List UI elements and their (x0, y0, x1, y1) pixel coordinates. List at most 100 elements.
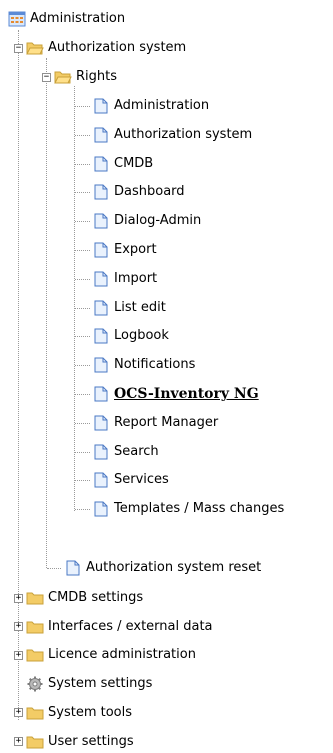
tree-node-label: CMDB settings (48, 590, 144, 605)
rights-item-label: Administration (114, 98, 210, 113)
rights-item-label: List edit (114, 299, 166, 315)
rights-item-label: Dashboard (114, 184, 185, 200)
document-icon (92, 501, 110, 517)
rights-item-label: Report Manager (114, 414, 219, 430)
folder-open-icon (54, 69, 72, 85)
expand-toggle[interactable]: + (14, 622, 23, 632)
rights-item-label: Authorization system (114, 126, 253, 142)
document-icon (92, 242, 110, 258)
folder-closed-icon (26, 619, 44, 635)
tree-node-authorization-reset[interactable]: Authorization system reset (64, 557, 261, 579)
expand-toggle[interactable]: + (14, 650, 23, 660)
tree-guide-line (46, 58, 47, 568)
document-icon (92, 156, 110, 172)
rights-item[interactable]: Report Manager (92, 412, 218, 434)
tree-guide-line (75, 336, 90, 338)
folder-closed-icon (26, 647, 44, 663)
tree-guide-line (75, 163, 90, 165)
tree-node-rights[interactable]: − Rights (42, 66, 117, 88)
rights-item-label: Import (114, 270, 158, 286)
tree-node-top-level[interactable]: + Interfaces / external data (14, 616, 213, 638)
rights-item[interactable]: Dialog-Admin (92, 210, 201, 232)
tree-node-label: Rights (76, 69, 118, 84)
folder-closed-icon (26, 705, 44, 721)
gear-icon (26, 676, 44, 692)
rights-item[interactable]: Notifications (92, 354, 195, 376)
tree-guide-line (75, 422, 90, 424)
document-icon (92, 328, 110, 344)
tree-guide-line (75, 480, 90, 482)
document-icon (64, 560, 82, 576)
document-icon (92, 213, 110, 229)
expand-toggle[interactable]: + (14, 708, 23, 718)
document-icon (92, 415, 110, 431)
tree-guide-line (75, 307, 90, 309)
rights-item-selected[interactable]: OCS-Inventory NG (92, 383, 259, 405)
document-icon (92, 127, 110, 143)
rights-item[interactable]: Logbook (92, 325, 169, 347)
rights-item-label: Logbook (114, 328, 169, 344)
document-icon (92, 386, 110, 402)
tree-node-label: System tools (48, 704, 132, 720)
tree-node-top-level[interactable]: System settings (14, 673, 152, 695)
rights-item[interactable]: Export (92, 239, 157, 261)
folder-closed-icon (26, 590, 44, 606)
tree-node-label: Licence administration (48, 647, 196, 663)
rights-item-label: Templates / Mass changes (114, 501, 285, 517)
expand-toggle[interactable]: + (14, 593, 23, 603)
rights-item[interactable]: Templates / Mass changes (92, 498, 284, 520)
expand-toggle[interactable]: + (14, 737, 23, 746)
document-icon (92, 300, 110, 316)
folder-closed-icon (26, 734, 44, 750)
rights-item-label: Services (114, 472, 169, 488)
document-icon (92, 357, 110, 373)
tree-node-top-level[interactable]: + Licence administration (14, 644, 196, 666)
rights-item[interactable]: Authorization system (92, 124, 252, 146)
document-icon (92, 184, 110, 200)
tree-guide-line (75, 134, 90, 136)
tree-guide-line (75, 192, 90, 194)
document-icon (92, 444, 110, 460)
tree-guide-line (75, 106, 90, 107)
rights-item[interactable]: Dashboard (92, 181, 185, 203)
rights-item[interactable]: Import (92, 268, 157, 290)
tree-guide-line (75, 221, 90, 223)
collapse-toggle[interactable]: − (14, 43, 23, 53)
tree-guide-line (47, 568, 61, 569)
tree-node-authorization-system[interactable]: − Authorization system (14, 37, 186, 59)
tree-node-label: Authorization system reset (86, 560, 262, 575)
tree-node-top-level[interactable]: + CMDB settings (14, 587, 143, 609)
tree-root-label: Administration (30, 11, 126, 26)
rights-item-label: CMDB (114, 155, 154, 171)
tree-node-top-level[interactable]: + User settings (14, 731, 134, 753)
tree-guide-line (75, 365, 90, 367)
tree-node-label: Authorization system (48, 40, 187, 55)
rights-item[interactable]: Search (92, 441, 159, 463)
tree-guide-line (75, 509, 90, 511)
tree-guide-line (75, 451, 90, 453)
document-icon (92, 98, 110, 114)
tree-guide-line (74, 86, 75, 511)
rights-item-label: Notifications (114, 357, 196, 373)
tree-node-label: Interfaces / external data (48, 618, 213, 634)
rights-item[interactable]: CMDB (92, 153, 153, 175)
rights-item-label: Dialog-Admin (114, 213, 202, 229)
collapse-toggle[interactable]: − (42, 72, 51, 82)
folder-open-icon (26, 40, 44, 56)
tree-node-label: System settings (48, 676, 153, 692)
document-icon (92, 472, 110, 488)
rights-item-label: OCS-Inventory NG (114, 386, 259, 402)
rights-item[interactable]: List edit (92, 297, 166, 319)
tree-guide-line (75, 394, 90, 395)
admin-grid-icon (8, 11, 26, 27)
rights-item-label: Export (114, 242, 157, 257)
rights-item[interactable]: Services (92, 469, 169, 491)
tree-guide-line (75, 278, 90, 280)
rights-item[interactable]: Administration (92, 95, 209, 117)
rights-item-label: Search (114, 443, 159, 459)
tree-node-label: User settings (48, 733, 134, 749)
tree-guide-line (75, 250, 90, 251)
tree-root[interactable]: Administration (8, 8, 125, 30)
document-icon (92, 271, 110, 287)
tree-node-top-level[interactable]: + System tools (14, 702, 132, 724)
